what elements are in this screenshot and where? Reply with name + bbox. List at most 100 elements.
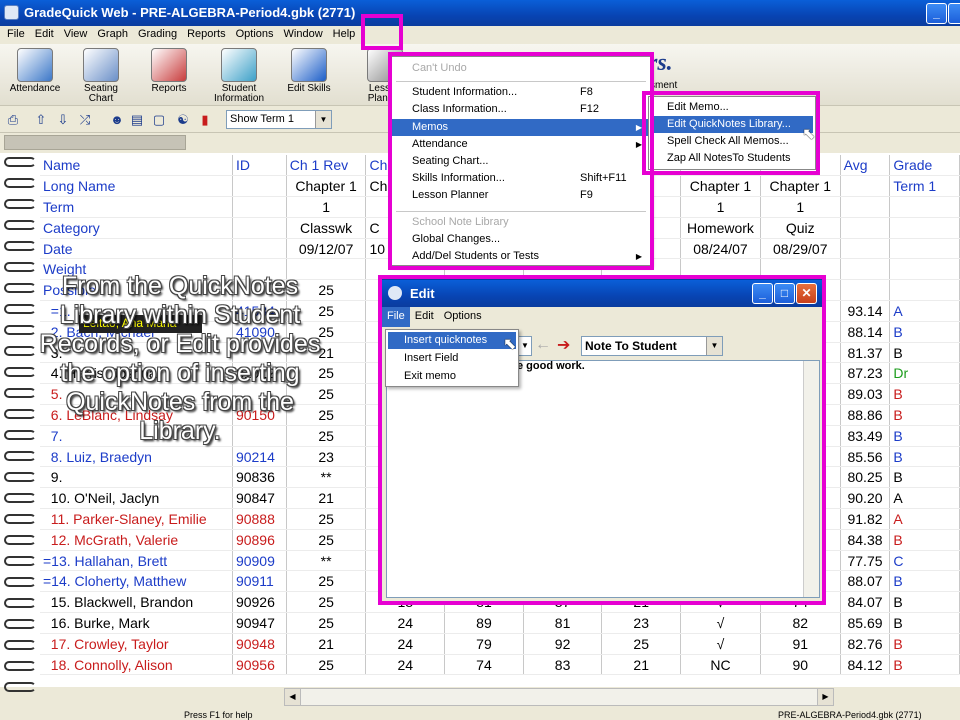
up-arrow-icon[interactable]: ⇧ xyxy=(32,111,50,129)
grid-cell: Term 1 xyxy=(889,175,960,198)
highlight-edit-window xyxy=(378,275,826,605)
menu-options[interactable]: Options xyxy=(231,26,279,44)
horizontal-scrollbar[interactable]: ◀ ▶ xyxy=(284,688,834,706)
grid-cell[interactable]: 90 xyxy=(760,654,841,676)
spiral-ring xyxy=(4,577,36,587)
down-arrow-icon[interactable]: ⇩ xyxy=(54,111,72,129)
column-header[interactable]: Ch 1 Rev xyxy=(286,155,367,177)
toolbar-label: Reports xyxy=(151,83,187,94)
grid-cell[interactable]: ** xyxy=(286,466,367,489)
menu-reports[interactable]: Reports xyxy=(182,26,231,44)
grid-cell[interactable]: 24 xyxy=(365,654,446,676)
grid-cell[interactable]: NC xyxy=(680,654,761,676)
student-id: 90948 xyxy=(232,633,287,655)
spiral-ring xyxy=(4,640,36,650)
spiral-ring xyxy=(4,535,36,545)
menu-file[interactable]: File xyxy=(2,26,30,44)
grid-cell[interactable]: 74 xyxy=(444,654,524,676)
cell-reference-box[interactable] xyxy=(4,135,186,150)
grid-cell[interactable]: ** xyxy=(286,550,367,572)
menu-graph[interactable]: Graph xyxy=(92,26,133,44)
student-name: 18. Connolly, Alison xyxy=(40,654,233,676)
menu-window[interactable]: Window xyxy=(279,26,328,44)
grid-cell[interactable]: 25 xyxy=(286,570,367,593)
spiral-ring xyxy=(4,514,36,524)
student-grade: B xyxy=(889,529,960,551)
student-average: 82.76 xyxy=(840,633,891,655)
grid-cell[interactable]: 92 xyxy=(523,633,603,655)
toolbar-reports-button[interactable]: Reports xyxy=(134,46,204,104)
grid-cell: Chapter 1 xyxy=(286,175,367,198)
grid-cell: Quiz xyxy=(760,217,841,239)
window-title: GradeQuick Web - PRE-ALGEBRA-Period4.gbk… xyxy=(24,5,356,20)
toolbar-seating-button[interactable]: Seating Chart xyxy=(66,46,136,104)
student-id: 90896 xyxy=(232,529,287,551)
grid-cell[interactable]: 83 xyxy=(523,654,603,676)
grid-cell[interactable]: √ xyxy=(680,612,761,634)
student-name: =13. Hallahan, Brett xyxy=(40,550,233,572)
grid-cell: Homework xyxy=(680,217,761,239)
chevron-down-icon[interactable]: ▼ xyxy=(315,111,331,128)
grid-cell xyxy=(232,238,287,260)
term-select[interactable]: Show Term 1 ▼ xyxy=(226,110,332,129)
student-grade: B xyxy=(889,570,960,593)
grid-cell[interactable]: 24 xyxy=(365,633,446,655)
grid-cell[interactable]: 21 xyxy=(601,654,682,676)
shuffle-icon[interactable]: ⤮ xyxy=(76,111,94,129)
grid-cell[interactable]: 91 xyxy=(760,633,841,655)
spiral-ring xyxy=(4,619,36,629)
grid-cell[interactable]: 25 xyxy=(286,612,367,634)
chart-icon[interactable]: ▮ xyxy=(196,111,214,129)
grid-cell[interactable]: 23 xyxy=(286,446,367,468)
student-average: 83.49 xyxy=(840,425,891,447)
student-grade: B xyxy=(889,446,960,468)
grid-cell[interactable]: 21 xyxy=(286,487,367,510)
column-header[interactable]: Grade xyxy=(889,155,960,177)
student-name: =14. Cloherty, Matthew xyxy=(40,570,233,593)
grid-cell[interactable]: 23 xyxy=(601,612,682,634)
toolbar-attendance-button[interactable]: Attendance xyxy=(0,46,70,104)
grid-cell[interactable]: 82 xyxy=(760,612,841,634)
grid-cell[interactable]: 25 xyxy=(286,508,367,530)
spiral-ring xyxy=(4,451,36,461)
menu-help[interactable]: Help xyxy=(328,26,361,44)
people-icon[interactable]: ☯ xyxy=(174,111,192,129)
column-header[interactable]: Avg xyxy=(840,155,891,177)
grid-cell[interactable]: 79 xyxy=(444,633,524,655)
column-header[interactable]: Name xyxy=(40,155,233,177)
grid-cell[interactable]: 21 xyxy=(286,633,367,655)
student-name: 9. xyxy=(40,466,233,489)
scroll-right-icon[interactable]: ▶ xyxy=(817,689,833,705)
maximize-button[interactable] xyxy=(948,3,960,24)
grid-cell[interactable]: 25 xyxy=(286,529,367,551)
menu-bar: File Edit View Graph Grading Reports Options Wi… xyxy=(0,26,960,44)
print-icon[interactable]: ⎙ xyxy=(4,111,22,129)
memo-icon[interactable]: ▢ xyxy=(150,111,168,129)
column-header[interactable]: ID xyxy=(232,155,287,177)
student-average: 77.75 xyxy=(840,550,891,572)
toolbar-edit-skills-button[interactable]: Edit Skills xyxy=(274,46,344,104)
student-average: 93.14 xyxy=(840,300,891,322)
grid-cell[interactable]: 25 xyxy=(601,633,682,655)
menu-edit[interactable]: Edit xyxy=(30,26,59,44)
student-id: 90888 xyxy=(232,508,287,530)
grid-cell[interactable]: 81 xyxy=(523,612,603,634)
grid-cell[interactable]: 89 xyxy=(444,612,524,634)
student-icon[interactable]: ☻ xyxy=(108,111,126,129)
grid-cell[interactable]: √ xyxy=(680,633,761,655)
menu-grading[interactable]: Grading xyxy=(133,26,182,44)
student-grade: B xyxy=(889,383,960,406)
toolbar-student-button[interactable]: Student Information xyxy=(204,46,274,104)
minimize-button[interactable]: _ xyxy=(926,3,947,24)
student-id: 90956 xyxy=(232,654,287,676)
grid-cell: 09/12/07 xyxy=(286,238,367,260)
table-row: 16. Burke, Mark 90947 25 24 89 81 23 √ 82 85.69 B xyxy=(40,612,960,634)
grid-cell[interactable]: 24 xyxy=(365,612,446,634)
student-grade: A xyxy=(889,300,960,322)
scroll-left-icon[interactable]: ◀ xyxy=(285,689,301,705)
highlight-edit-menu xyxy=(361,14,403,50)
menu-view[interactable]: View xyxy=(59,26,93,44)
grid-cell[interactable]: 25 xyxy=(286,654,367,676)
record-icon[interactable]: ▤ xyxy=(128,111,146,129)
grid-cell[interactable]: 25 xyxy=(286,591,367,614)
